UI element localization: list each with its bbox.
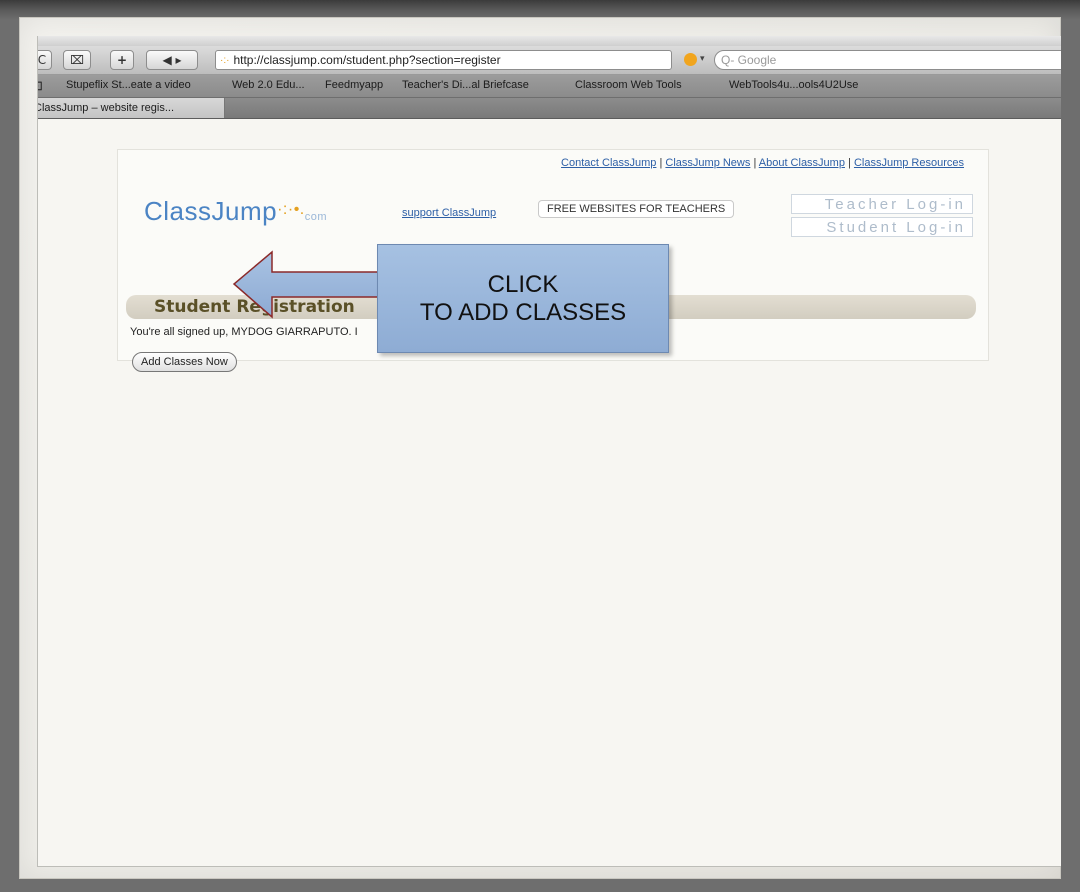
link-about[interactable]: About ClassJump (759, 157, 845, 169)
link-resources[interactable]: ClassJump Resources (854, 157, 964, 169)
bookmark-item[interactable]: Feedmyapp (325, 79, 383, 91)
bookmark-item[interactable]: Teacher's Di...al Briefcase (402, 79, 529, 91)
page-content: Contact ClassJump | ClassJump News | Abo… (38, 119, 1061, 866)
browser-screenshot: C ⌧ + ◀ ▸ ·:· http://classjump.com/stude… (37, 36, 1061, 867)
callout-line-1: CLICK (487, 270, 559, 298)
site-icon: ·:· (220, 54, 230, 66)
bookmarks-book-icon[interactable]: ⊡ (38, 78, 43, 94)
bookmark-item[interactable]: Stupeflix St...eate a video (66, 79, 191, 91)
logo-dots: ·:·•. (277, 201, 305, 218)
tab-classjump[interactable]: ClassJump – website regis... (37, 98, 225, 118)
search-input[interactable]: Q- Google (714, 50, 1061, 70)
bookmark-item[interactable]: Web 2.0 Edu... (232, 79, 305, 91)
chevron-down-icon: ▾ (700, 53, 705, 63)
top-links: Contact ClassJump | ClassJump News | Abo… (561, 157, 964, 169)
window-titlebar (38, 36, 1061, 46)
link-contact[interactable]: Contact ClassJump (561, 157, 656, 169)
callout-line-2: TO ADD CLASSES (419, 298, 627, 326)
snapback-icon[interactable]: ⌧ (63, 50, 91, 70)
add-bookmark-button[interactable]: + (110, 50, 134, 70)
search-placeholder: Q- Google (721, 53, 777, 67)
search-engine-icon[interactable] (684, 53, 697, 66)
bookmarks-bar: ⊡ Stupeflix St...eate a video Web 2.0 Ed… (38, 75, 1061, 98)
add-classes-button[interactable]: Add Classes Now (132, 352, 237, 372)
teacher-login-button[interactable]: Teacher Log-in (791, 194, 973, 214)
callout-arrow (232, 250, 381, 319)
tab-label: ClassJump – website regis... (37, 102, 174, 114)
classjump-logo[interactable]: ClassJump·:·•.com (144, 196, 327, 227)
slide-background: C ⌧ + ◀ ▸ ·:· http://classjump.com/stude… (0, 0, 1080, 892)
signup-message: You're all signed up, MYDOG GIARRAPUTO. … (130, 326, 358, 338)
student-login-button[interactable]: Student Log-in (791, 217, 973, 237)
link-news[interactable]: ClassJump News (665, 157, 750, 169)
browser-toolbar: C ⌧ + ◀ ▸ ·:· http://classjump.com/stude… (38, 46, 1061, 75)
bookmark-item[interactable]: Classroom Web Tools (575, 79, 682, 91)
tab-bar: ClassJump – website regis... (38, 98, 1061, 119)
back-forward-buttons[interactable]: ◀ ▸ (146, 50, 198, 70)
logo-text: ClassJump (144, 196, 278, 226)
free-websites-badge[interactable]: FREE WEBSITES FOR TEACHERS (538, 200, 735, 218)
url-text: http://classjump.com/student.php?section… (233, 53, 501, 67)
support-link[interactable]: support ClassJump (402, 207, 496, 219)
arrow-shape (232, 250, 381, 319)
bookmark-item[interactable]: WebTools4u...ools4U2Use (729, 79, 858, 91)
reload-icon[interactable]: C (38, 50, 52, 70)
logo-suffix: com (304, 211, 328, 223)
click-callout-box: CLICK TO ADD CLASSES (377, 244, 669, 353)
url-bar[interactable]: ·:· http://classjump.com/student.php?sec… (215, 50, 672, 70)
